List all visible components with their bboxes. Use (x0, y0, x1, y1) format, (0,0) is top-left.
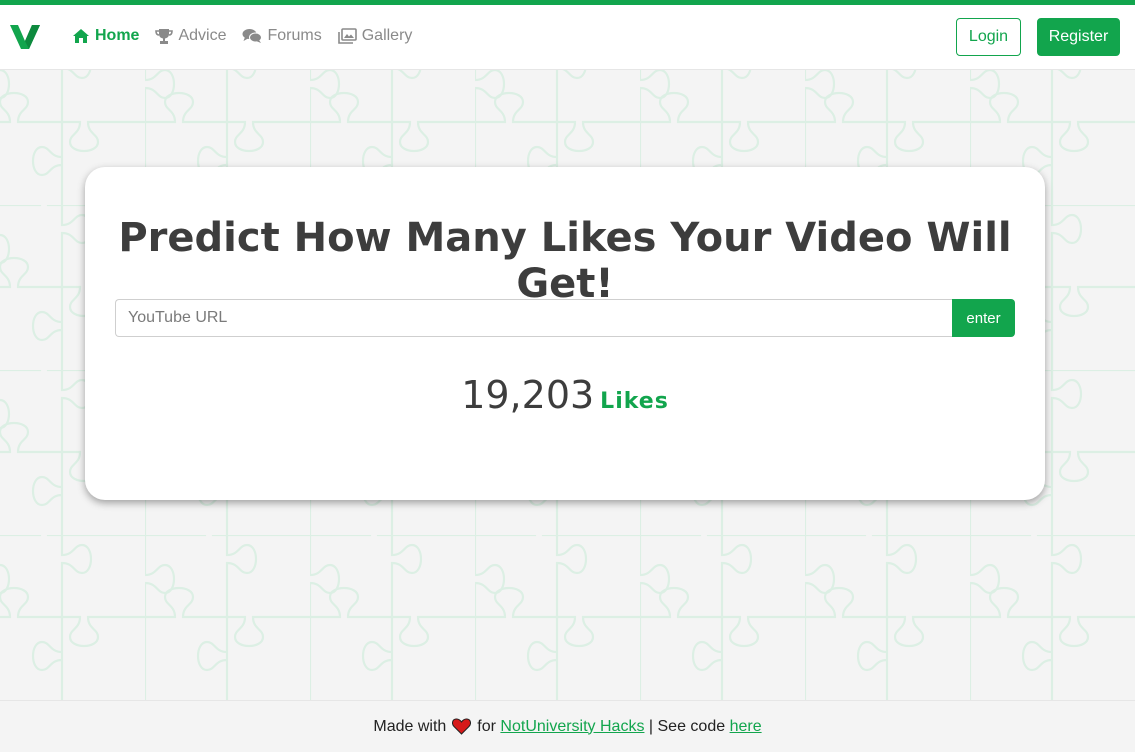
trophy-icon (155, 28, 174, 44)
nav-forums[interactable]: Forums (242, 27, 322, 45)
youtube-url-input[interactable] (115, 299, 953, 337)
brand-logo[interactable] (10, 24, 40, 50)
images-icon (337, 28, 357, 44)
navbar: Home Advice Forums Gallery Login Registe… (0, 5, 1135, 70)
footer: Made with for NotUniversity Hacks | See … (0, 700, 1135, 752)
see-code-link[interactable]: here (730, 718, 762, 736)
home-icon (73, 29, 89, 43)
comments-icon (242, 29, 263, 43)
prediction-card: Predict How Many Likes Your Video Will G… (85, 167, 1045, 500)
nav-home[interactable]: Home (72, 27, 139, 45)
prediction-result: 19,203 Likes (85, 373, 1045, 417)
nav-advice[interactable]: Advice (155, 27, 226, 45)
nav-gallery[interactable]: Gallery (337, 27, 413, 45)
likes-count: 19,203 (461, 373, 595, 417)
footer-made-with: Made with (373, 717, 447, 735)
nav-links: Home Advice Forums Gallery (72, 27, 412, 45)
nav-advice-label: Advice (178, 27, 227, 44)
footer-for: for (477, 717, 496, 735)
notuniversity-hacks-link[interactable]: NotUniversity Hacks (500, 718, 644, 736)
footer-separator: | See code (648, 717, 726, 735)
nav-home-label: Home (95, 27, 140, 44)
heart-icon (452, 718, 472, 735)
enter-button[interactable]: enter (952, 299, 1015, 337)
register-button[interactable]: Register (1037, 18, 1120, 56)
likes-unit: Likes (600, 389, 669, 414)
nav-gallery-label: Gallery (361, 27, 413, 44)
page-title: Predict How Many Likes Your Video Will G… (118, 215, 1012, 307)
nav-forums-label: Forums (267, 27, 322, 44)
login-button[interactable]: Login (956, 18, 1021, 56)
